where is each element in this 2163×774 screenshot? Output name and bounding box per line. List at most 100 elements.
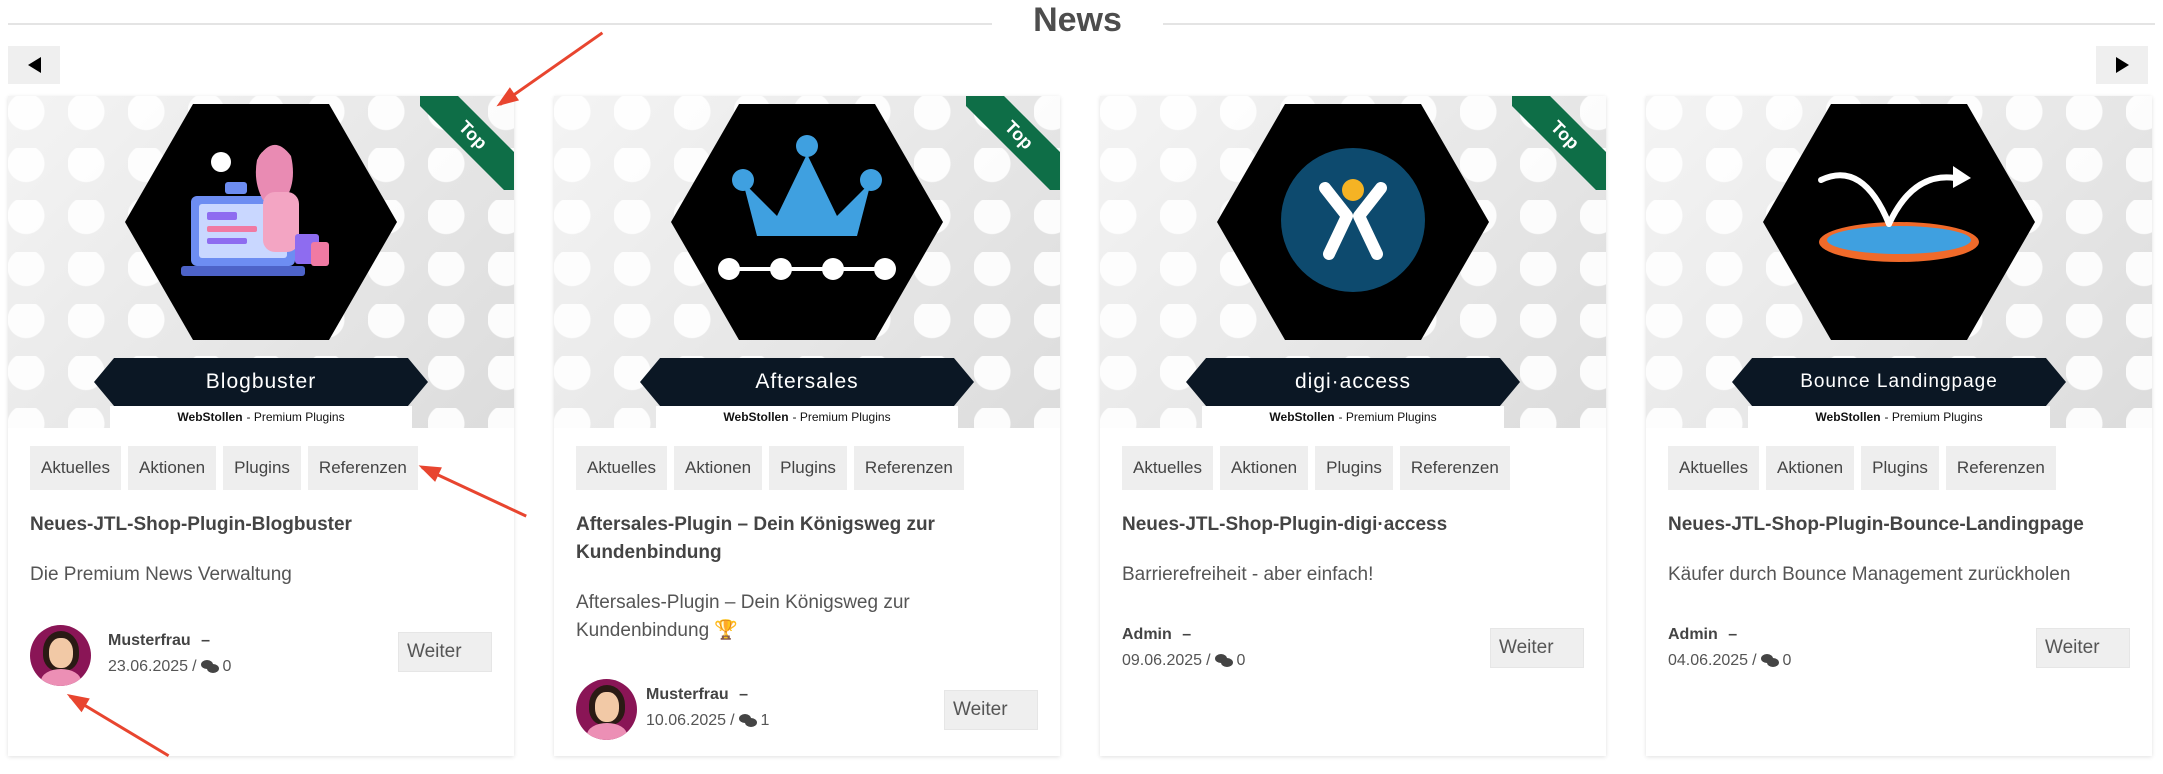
news-heading: News	[8, 0, 2155, 40]
card-image[interactable]: digi·access WebStollen - Premium Plugins…	[1100, 96, 1606, 428]
triangle-right-icon	[2115, 57, 2129, 73]
post-date: 23.06.2025	[108, 658, 189, 675]
card-image[interactable]: Blogbuster WebStollen - Premium Plugins …	[8, 96, 514, 428]
tag-plugins[interactable]: Plugins	[1315, 446, 1393, 490]
card-title-link[interactable]: Neues-JTL-Shop-Plugin-Bounce-Landingpage	[1668, 511, 2128, 539]
card-description: Die Premium News Verwaltung	[30, 564, 292, 585]
author-line: Admin –	[1668, 626, 1737, 644]
card-image[interactable]: Bounce Landingpage WebStollen - Premium …	[1646, 96, 2152, 428]
triangle-left-icon	[27, 57, 41, 73]
card-title-link[interactable]: Neues-JTL-Shop-Plugin-Blogbuster	[30, 511, 490, 539]
brand-name: WebStollen	[1269, 410, 1335, 424]
avatar	[30, 625, 91, 686]
date-line: 04.06.2025 / 0	[1668, 652, 1792, 669]
card-description: Käufer durch Bounce Management zurückhol…	[1668, 564, 2071, 585]
date-line: 10.06.2025 / 1	[646, 712, 770, 729]
card-title-link[interactable]: Neues-JTL-Shop-Plugin-digi·access	[1122, 511, 1582, 539]
author-line: Musterfrau –	[646, 686, 748, 704]
brand-name: WebStollen	[177, 410, 243, 424]
author-name: Musterfrau	[646, 686, 729, 703]
author-separator: –	[201, 632, 211, 649]
news-card[interactable]: Aftersales WebStollen - Premium Plugins …	[554, 96, 1060, 756]
tag-aktuelles[interactable]: Aktuelles	[576, 446, 667, 490]
tag-referenzen[interactable]: Referenzen	[1399, 446, 1510, 490]
brand-bar: WebStollen - Premium Plugins	[1202, 406, 1504, 428]
hexagon-logo	[1217, 104, 1489, 340]
tag-aktuelles[interactable]: Aktuelles	[1668, 446, 1759, 490]
card-image-title: Blogbuster	[94, 358, 428, 406]
slider-prev-button[interactable]	[8, 46, 60, 84]
tag-referenzen[interactable]: Referenzen	[1945, 446, 2056, 490]
tag-plugins[interactable]: Plugins	[1861, 446, 1939, 490]
card-description: Barrierefreiheit - aber einfach!	[1122, 564, 1374, 585]
author-line: Musterfrau –	[108, 632, 210, 650]
post-date: 09.06.2025	[1122, 652, 1203, 669]
section-title: News	[1033, 1, 1122, 39]
comments-icon	[1760, 654, 1779, 668]
category-tags: Aktuelles Aktionen Plugins Referenzen	[1668, 446, 2056, 490]
tag-plugins[interactable]: Plugins	[223, 446, 301, 490]
card-title-link[interactable]: Aftersales-Plugin – Dein Königsweg zur K…	[576, 511, 1036, 567]
comments-icon	[1214, 654, 1233, 668]
category-tags: Aktuelles Aktionen Plugins Referenzen	[30, 446, 418, 490]
slider-next-button[interactable]	[2096, 46, 2148, 84]
news-card[interactable]: Blogbuster WebStollen - Premium Plugins …	[8, 96, 514, 756]
tag-aktionen[interactable]: Aktionen	[1765, 446, 1855, 490]
weiter-button[interactable]: Weiter	[1490, 628, 1584, 668]
hexagon-logo	[671, 104, 943, 340]
weiter-button[interactable]: Weiter	[944, 690, 1038, 730]
brand-name: WebStollen	[1815, 410, 1881, 424]
accessibility-icon	[1281, 148, 1425, 292]
tag-aktionen[interactable]: Aktionen	[127, 446, 217, 490]
hexagon-logo	[1763, 104, 2035, 340]
comments-icon	[200, 660, 219, 674]
blog-illustration-icon	[181, 144, 329, 276]
top-ribbon: Top	[1512, 96, 1606, 190]
annotation-arrow	[499, 31, 604, 106]
author-name: Admin	[1122, 626, 1172, 643]
brand-suffix: - Premium Plugins	[1884, 410, 1983, 424]
hexagon-logo	[125, 104, 397, 340]
tag-referenzen[interactable]: Referenzen	[307, 446, 418, 490]
comment-count: 0	[1236, 652, 1246, 669]
date-line: 09.06.2025 / 0	[1122, 652, 1246, 669]
tag-aktionen[interactable]: Aktionen	[673, 446, 763, 490]
brand-bar: WebStollen - Premium Plugins	[656, 406, 958, 428]
comment-count: 0	[222, 658, 232, 675]
tag-aktuelles[interactable]: Aktuelles	[30, 446, 121, 490]
comment-count: 0	[1782, 652, 1792, 669]
card-image-title: digi·access	[1186, 358, 1520, 406]
author-name: Admin	[1668, 626, 1718, 643]
brand-suffix: - Premium Plugins	[246, 410, 345, 424]
top-ribbon: Top	[966, 96, 1060, 190]
weiter-button[interactable]: Weiter	[2036, 628, 2130, 668]
brand-suffix: - Premium Plugins	[792, 410, 891, 424]
heading-divider-right	[1163, 23, 2155, 25]
avatar	[576, 679, 637, 740]
tag-aktuelles[interactable]: Aktuelles	[1122, 446, 1213, 490]
tag-plugins[interactable]: Plugins	[769, 446, 847, 490]
crown-icon	[718, 135, 896, 280]
bounce-trampoline-icon	[1818, 166, 1979, 262]
comments-icon	[738, 714, 757, 728]
ribbon-label: Top	[966, 96, 1060, 190]
brand-name: WebStollen	[723, 410, 789, 424]
news-card[interactable]: digi·access WebStollen - Premium Plugins…	[1100, 96, 1606, 756]
author-name: Musterfrau	[108, 632, 191, 649]
card-description: Aftersales-Plugin – Dein Königsweg zur K…	[576, 592, 910, 641]
post-date: 10.06.2025	[646, 712, 727, 729]
tag-referenzen[interactable]: Referenzen	[853, 446, 964, 490]
author-separator: –	[1728, 626, 1738, 643]
author-separator: –	[739, 686, 749, 703]
ribbon-label: Top	[1512, 96, 1606, 190]
tag-aktionen[interactable]: Aktionen	[1219, 446, 1309, 490]
card-image-title: Bounce Landingpage	[1732, 358, 2066, 406]
weiter-button[interactable]: Weiter	[398, 632, 492, 672]
news-card[interactable]: Bounce Landingpage WebStollen - Premium …	[1646, 96, 2152, 756]
brand-bar: WebStollen - Premium Plugins	[110, 406, 412, 428]
category-tags: Aktuelles Aktionen Plugins Referenzen	[1122, 446, 1510, 490]
author-line: Admin –	[1122, 626, 1191, 644]
card-image[interactable]: Aftersales WebStollen - Premium Plugins …	[554, 96, 1060, 428]
post-date: 04.06.2025	[1668, 652, 1749, 669]
brand-bar: WebStollen - Premium Plugins	[1748, 406, 2050, 428]
